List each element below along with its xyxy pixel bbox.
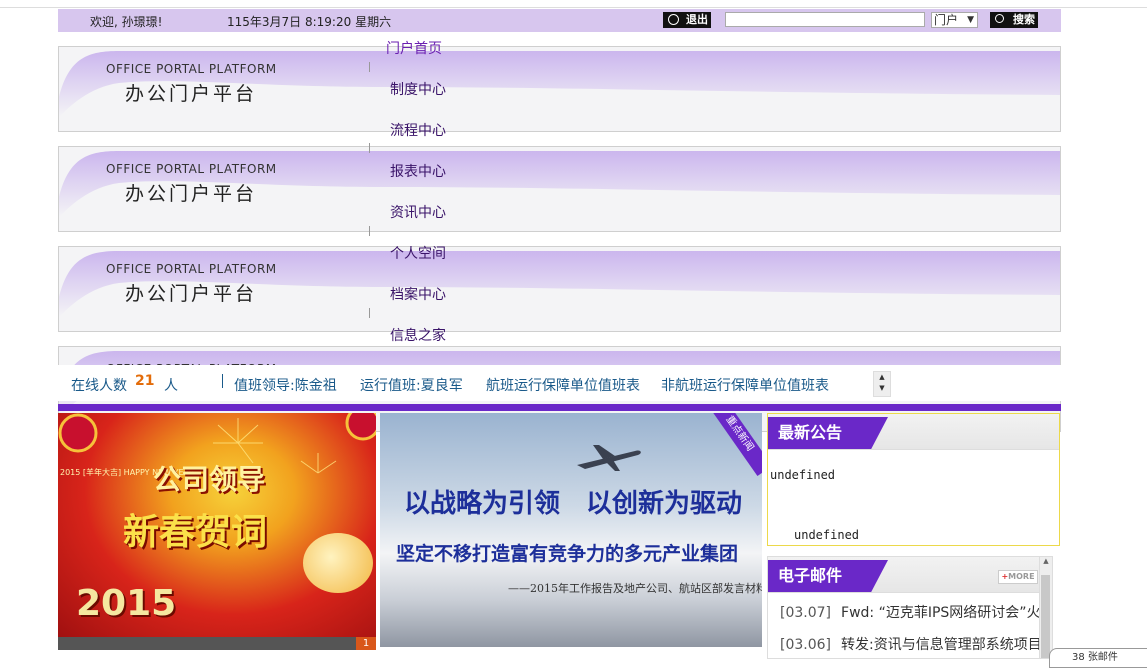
slide-page-button[interactable]: 1 — [356, 637, 376, 650]
search-icon — [995, 14, 1004, 23]
nav-item-archive[interactable]: 档案中心 — [390, 284, 446, 304]
chevron-down-icon: ▼ — [967, 15, 974, 25]
notice-panel: 最新公告 undefined undefined — [767, 413, 1060, 546]
banner-english: OFFICE PORTAL PLATFORM — [106, 162, 277, 176]
email-date: [03.07] — [780, 605, 832, 621]
nav-item-policy[interactable]: 制度中心 — [390, 79, 446, 99]
airplane-icon — [577, 445, 641, 471]
email-subject: Fwd: “迈克菲IPS网络研讨会”火热 — [841, 605, 1053, 621]
portal-banner: OFFICE PORTAL PLATFORM 办公门户平台 — [58, 46, 1061, 132]
info-strip: 在线人数 21 人 值班领导:陈金祖 运行值班:夏良军 航班运行保障单位值班表 … — [58, 365, 1061, 401]
slide2-caption: ——2015年工作报告及地产公司、航站区部发言材料 — [508, 582, 762, 595]
nav-separator — [369, 62, 370, 72]
nav-separator — [369, 143, 370, 153]
duty-leader-link[interactable]: 值班领导:陈金祖 — [234, 375, 337, 395]
online-unit: 人 — [164, 378, 178, 394]
nav-item-home[interactable]: 门户首页 — [386, 38, 442, 58]
portal-banner: OFFICE PORTAL PLATFORM 办公门户平台 — [58, 146, 1061, 232]
email-header: 电子邮件 +MORE — [768, 557, 1052, 593]
duty-operation-link[interactable]: 运行值班:夏良军 — [360, 375, 463, 395]
news-slide[interactable]: 重点新闻 以战略为引领 以创新为驱动 坚定不移打造富有竞争力的多元产业集团 ——… — [380, 413, 762, 647]
online-count: 21 — [135, 373, 155, 389]
online-label: 在线人数 — [71, 378, 127, 394]
banner-chinese: 办公门户平台 — [125, 283, 258, 305]
email-date: [03.06] — [780, 637, 832, 653]
banner-english: OFFICE PORTAL PLATFORM — [106, 62, 277, 76]
email-scrollbar[interactable]: ▲ — [1039, 557, 1052, 658]
slide1-subtitle: 新春贺词 — [123, 511, 268, 553]
top-border-line — [0, 7, 1147, 8]
scrollbar-thumb[interactable] — [1041, 575, 1050, 658]
flight-roster-link[interactable]: 航班运行保障单位值班表 — [486, 375, 640, 395]
ticker-scroll-buttons[interactable]: ▲ ▼ — [873, 371, 891, 397]
slide2-subheadline: 坚定不移打造富有竞争力的多元产业集团 — [396, 543, 739, 565]
banner-chinese: 办公门户平台 — [125, 83, 258, 105]
more-label: MORE — [1008, 572, 1035, 581]
featured-news-ribbon: 重点新闻 — [705, 413, 762, 477]
email-panel: 电子邮件 +MORE [03.07] Fwd: “迈克菲IPS网络研讨会”火热 [… — [767, 556, 1053, 659]
nav-item-personal[interactable]: 个人空间 — [390, 243, 446, 263]
new-year-slide[interactable]: 2015 [羊年大吉] HAPPY NEW YEAR 公司领导 新春贺词 201… — [58, 413, 376, 637]
nav-separator — [369, 226, 370, 236]
nav-item-info-home[interactable]: 信息之家 — [390, 325, 446, 345]
email-row[interactable]: [03.06] 转发:资讯与信息管理部系统项目 — [780, 634, 1042, 654]
search-input[interactable] — [725, 12, 925, 27]
arrow-up-icon[interactable]: ▲ — [1040, 557, 1052, 565]
welcome-text: 欢迎, 孙璟璟! — [90, 15, 163, 29]
search-label: 搜索 — [1013, 13, 1035, 26]
arrow-up-icon[interactable]: ▲ — [874, 372, 890, 383]
search-button[interactable]: 搜索 — [990, 12, 1038, 28]
datetime-text: 115年3月7日 8:19:20 星期六 — [227, 15, 392, 29]
notification-popup[interactable]: 38 张邮件 — [1049, 648, 1147, 668]
portal-banner: OFFICE PORTAL PLATFORM 办公门户平台 — [58, 246, 1061, 332]
slide-indicator-bar — [58, 637, 376, 650]
nav-separator — [369, 308, 370, 318]
banner-chinese: 办公门户平台 — [125, 183, 258, 205]
banner-english: OFFICE PORTAL PLATFORM — [106, 262, 277, 276]
search-scope-value: 门户 — [934, 13, 959, 27]
notice-header: 最新公告 — [768, 414, 1059, 450]
slide2-headline: 以战略为引领 以创新为驱动 — [404, 489, 743, 519]
nonflight-roster-link[interactable]: 非航班运行保障单位值班表 — [661, 375, 829, 395]
section-divider — [58, 404, 1061, 411]
email-row[interactable]: [03.07] Fwd: “迈克菲IPS网络研讨会”火热 — [780, 602, 1053, 622]
email-title[interactable]: 电子邮件 — [768, 560, 888, 592]
slide1-title: 公司领导 — [153, 463, 266, 496]
nav-item-news[interactable]: 资讯中心 — [390, 202, 446, 222]
email-subject: 转发:资讯与信息管理部系统项目 — [841, 637, 1042, 653]
info-separator — [222, 374, 223, 388]
ram-mascot-icon — [303, 533, 373, 593]
logout-label: 退出 — [686, 13, 708, 26]
notice-line: undefined — [794, 528, 860, 542]
slide1-year: 2015 — [76, 583, 177, 624]
nav-item-process[interactable]: 流程中心 — [390, 120, 446, 140]
top-bar: 欢迎, 孙璟璟! 115年3月7日 8:19:20 星期六 退出 门户 ▼ 搜索 — [58, 9, 1061, 32]
arrow-down-icon[interactable]: ▼ — [874, 383, 890, 394]
power-icon — [668, 14, 679, 25]
nav-item-report[interactable]: 报表中心 — [390, 161, 446, 181]
notice-line: undefined — [770, 468, 836, 482]
search-scope-select[interactable]: 门户 ▼ — [931, 12, 978, 28]
logout-button[interactable]: 退出 — [663, 12, 711, 28]
notice-title[interactable]: 最新公告 — [768, 417, 888, 449]
more-button[interactable]: +MORE — [998, 570, 1038, 584]
